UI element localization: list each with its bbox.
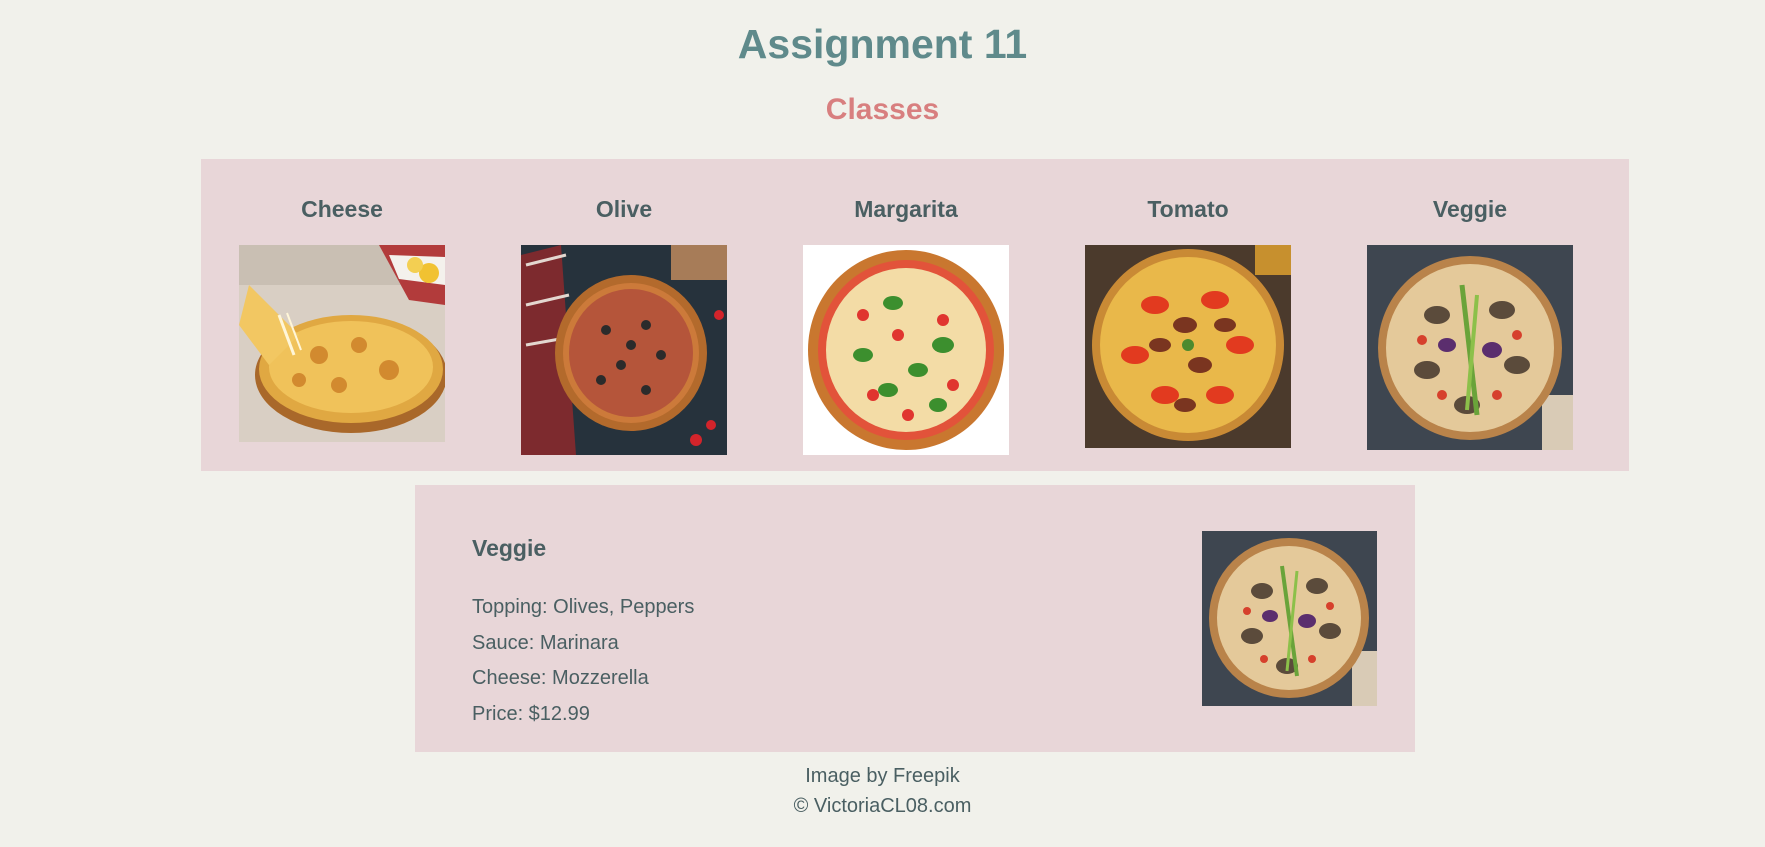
footer-copyright: © VictoriaCL08.com xyxy=(793,795,972,817)
detail-cheese: Cheese: Mozzerella xyxy=(472,667,649,689)
detail-sauce: Sauce: Marinara xyxy=(472,632,619,654)
pizza-detail-card: Veggie Topping: Olives, Peppers Sauce: M… xyxy=(415,485,1415,752)
gallery-item-title: Margarita xyxy=(854,196,958,222)
detail-title: Veggie xyxy=(472,535,547,561)
veggie-pizza-image[interactable] xyxy=(1367,245,1573,450)
page-title: Assignment 11 xyxy=(737,21,1028,67)
gallery-item-title: Cheese xyxy=(301,196,383,222)
gallery-item-title: Veggie xyxy=(1432,196,1508,222)
detail-price: Price: $12.99 xyxy=(472,703,590,725)
margarita-pizza-image[interactable] xyxy=(803,245,1009,455)
page-subtitle: Classes xyxy=(825,93,940,126)
gallery-item-title: Olive xyxy=(595,196,653,222)
gallery-item-olive[interactable]: Olive xyxy=(483,159,765,471)
gallery-item-tomato[interactable]: Tomato xyxy=(1047,159,1329,471)
gallery-item-veggie[interactable]: Veggie xyxy=(1329,159,1611,471)
cheese-pizza-image[interactable] xyxy=(239,245,445,442)
gallery-item-margarita[interactable]: Margarita xyxy=(765,159,1047,471)
gallery-item-cheese[interactable]: Cheese xyxy=(201,159,483,471)
olive-pizza-image[interactable] xyxy=(521,245,727,455)
footer-credit: Image by Freepik xyxy=(805,765,960,787)
gallery-item-title: Tomato xyxy=(1147,196,1229,222)
detail-topping: Topping: Olives, Peppers xyxy=(472,596,695,618)
veggie-pizza-detail-image xyxy=(1202,531,1377,706)
pizza-gallery: Cheese Olive Margarita Tomato Veggie xyxy=(201,159,1629,471)
tomato-pizza-image[interactable] xyxy=(1085,245,1291,448)
